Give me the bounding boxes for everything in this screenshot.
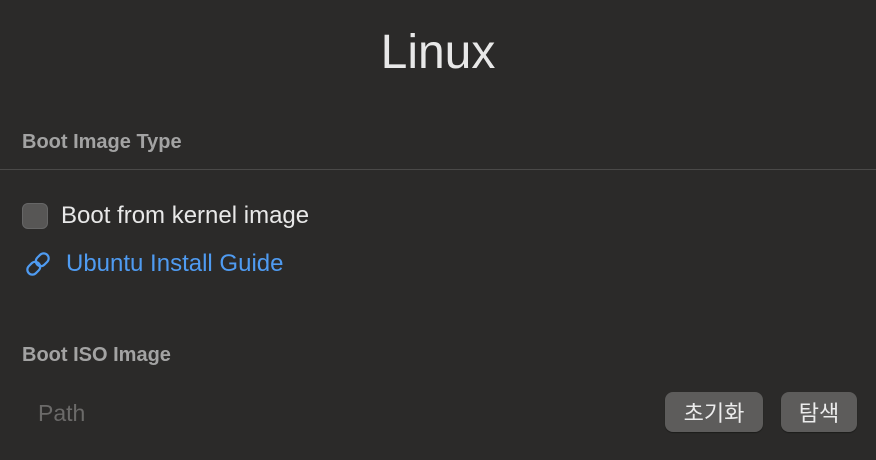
kernel-image-checkbox[interactable] bbox=[22, 203, 48, 229]
browse-button[interactable]: 탐색 bbox=[781, 392, 857, 432]
boot-iso-image-label: Boot ISO Image bbox=[22, 344, 171, 366]
kernel-image-checkbox-label[interactable]: Boot from kernel image bbox=[61, 202, 309, 230]
reset-button[interactable]: 초기화 bbox=[665, 392, 763, 432]
kernel-image-checkbox-row[interactable]: Boot from kernel image bbox=[22, 201, 309, 231]
link-icon[interactable] bbox=[22, 248, 54, 280]
boot-image-type-label: Boot Image Type bbox=[22, 131, 182, 153]
section-divider bbox=[0, 169, 876, 170]
iso-path-input[interactable] bbox=[38, 396, 638, 430]
page-title: Linux bbox=[380, 26, 496, 79]
ubuntu-install-guide-link[interactable]: Ubuntu Install Guide bbox=[22, 248, 283, 280]
ubuntu-install-guide-link-label[interactable]: Ubuntu Install Guide bbox=[66, 250, 283, 278]
